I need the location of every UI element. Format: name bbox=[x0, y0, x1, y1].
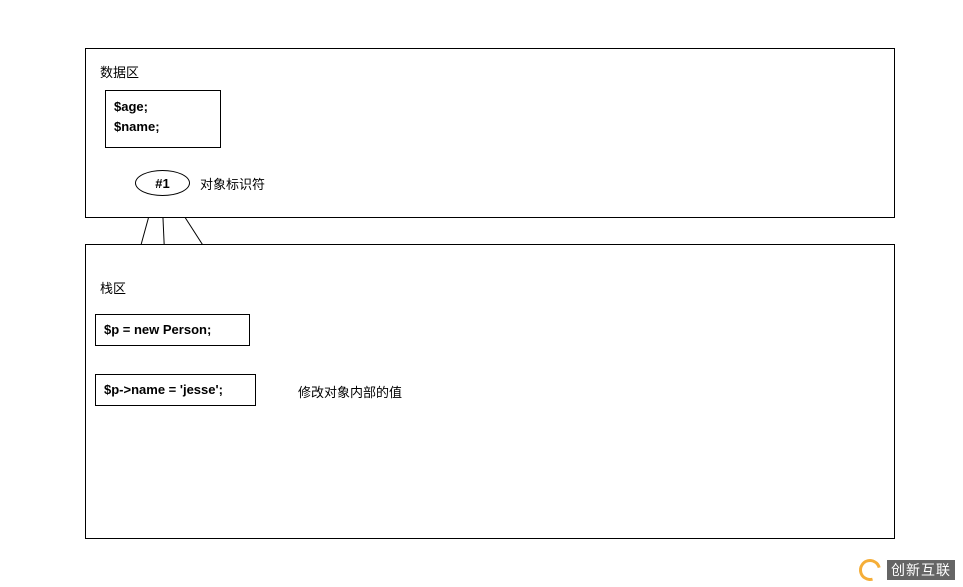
data-box-line2: $name; bbox=[114, 117, 212, 137]
object-identifier-ellipse: #1 bbox=[135, 170, 190, 196]
stmt-box-set-name-text: $p->name = 'jesse'; bbox=[104, 380, 223, 400]
data-region-label: 数据区 bbox=[100, 62, 139, 81]
watermark-logo-icon bbox=[855, 555, 885, 585]
data-box-line1: $age; bbox=[114, 97, 212, 117]
object-identifier-annotation: 对象标识符 bbox=[200, 174, 265, 193]
watermark-text: 创新互联 bbox=[887, 560, 955, 580]
stmt-box-new-person-text: $p = new Person; bbox=[104, 320, 211, 340]
stack-region-label: 栈区 bbox=[100, 278, 126, 297]
stmt-box-set-name-annotation: 修改对象内部的值 bbox=[298, 382, 402, 401]
stmt-box-new-person: $p = new Person; bbox=[95, 314, 250, 346]
watermark: 创新互联 bbox=[859, 559, 955, 581]
object-identifier-text: #1 bbox=[155, 176, 169, 191]
data-box: $age; $name; bbox=[105, 90, 221, 148]
stmt-box-set-name: $p->name = 'jesse'; bbox=[95, 374, 256, 406]
